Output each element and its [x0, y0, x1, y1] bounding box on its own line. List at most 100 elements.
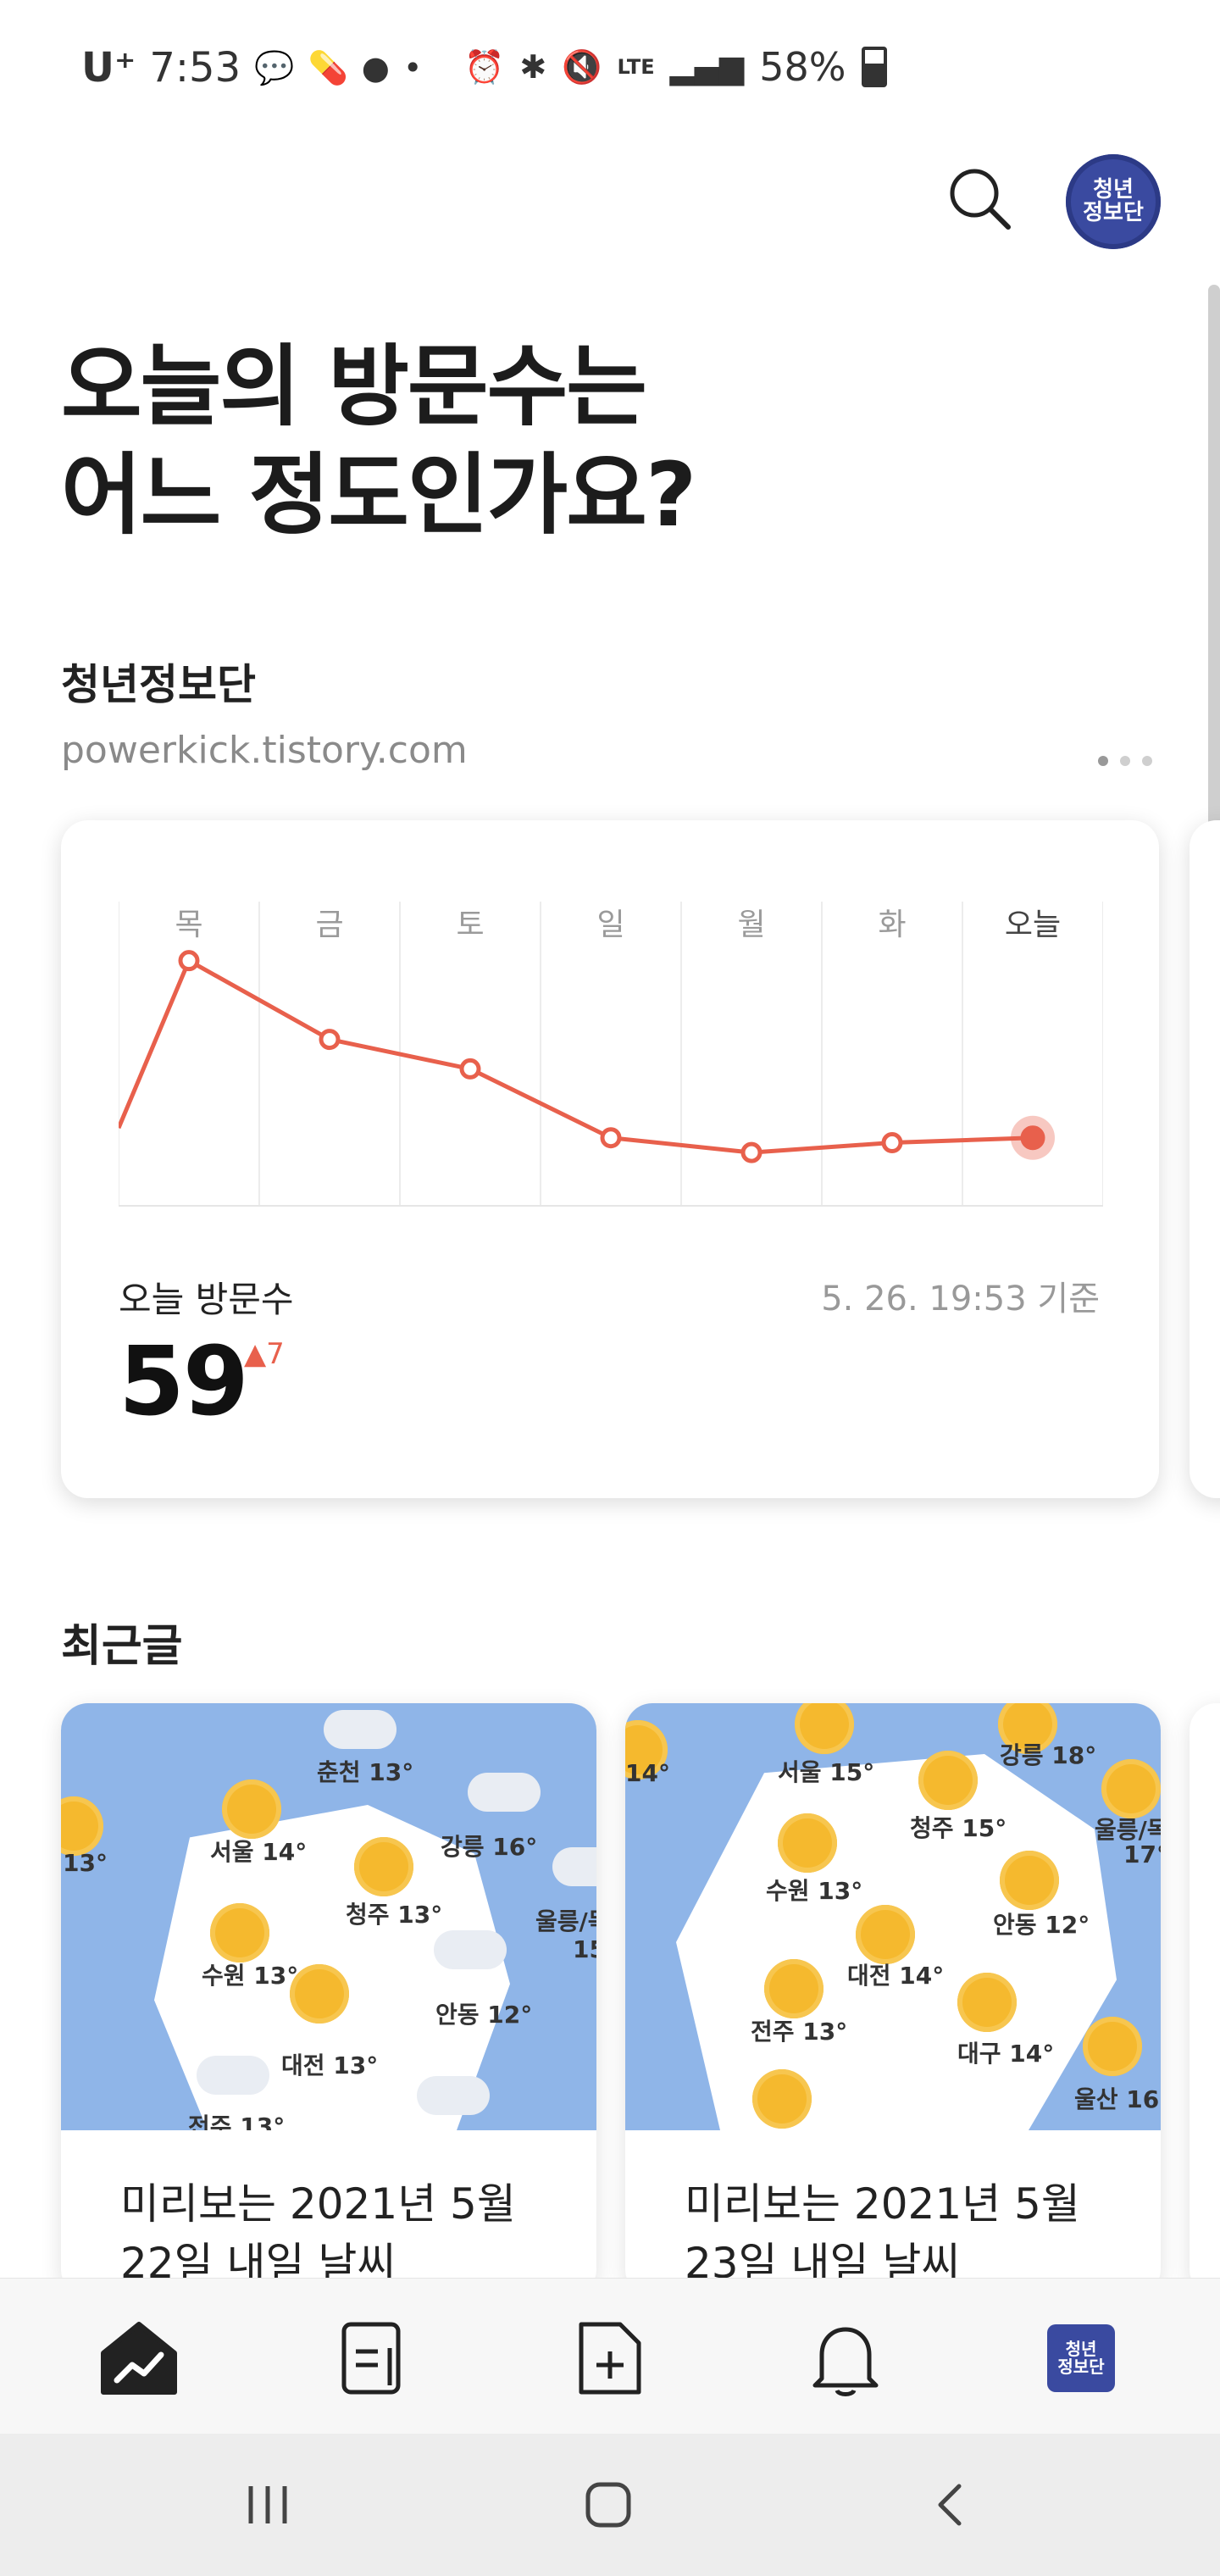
carrier-label: U⁺ [81, 44, 136, 92]
post-card[interactable]: 춘천 13° 서울 14° 강릉 16° 청주 13° 수원 13° 울릉/독 … [61, 1703, 596, 2296]
battery-icon [861, 47, 887, 87]
home-icon [585, 2482, 631, 2528]
page-title-line1: 오늘의 방문수는 [61, 335, 647, 438]
nav-notifications[interactable] [805, 2318, 886, 2399]
city-label: 안동 12° [993, 1911, 1090, 1939]
nav-stats[interactable] [98, 2318, 180, 2399]
nav-avatar-text: 청년 정보단 [1057, 2339, 1105, 2377]
status-bar: U⁺ 7:53 💬 💊 ● • ⏰ ✱ 🔇 LTE ▂▄▆ 58% [0, 0, 1220, 144]
city-label: 울릉/독 [535, 1907, 596, 1935]
visits-delta: ▲7 [244, 1337, 285, 1371]
city-label: 울산 16° [1074, 2085, 1161, 2113]
chart-day-label: 일 [596, 908, 625, 942]
sun-icon [752, 2069, 812, 2129]
visits-card[interactable]: 목 금 토 일 월 화 오늘 오늘 방문수 5. 26. 19:53 기준 59 ▲7 [61, 820, 1159, 1498]
blog-url[interactable]: powerkick.tistory.com [61, 729, 468, 772]
cloud-icon [552, 1847, 596, 1886]
sun-icon [778, 1813, 837, 1873]
chart-line [119, 958, 1034, 1155]
bottom-nav: 청년 정보단 [0, 2278, 1220, 2434]
battery-percent: 58% [759, 44, 846, 90]
signal-icon: ▂▄▆ [669, 48, 745, 86]
cloud-icon [324, 1710, 396, 1749]
city-label: 청주 13° [346, 1901, 443, 1929]
post-title[interactable]: 미리보는 2021년 5월 22일 내일 날씨 [120, 2174, 561, 2293]
add-post-icon [579, 2322, 641, 2395]
nav-posts[interactable] [334, 2318, 415, 2399]
system-nav-bar [0, 2434, 1220, 2576]
page-title-line2: 어느 정도인가요? [61, 443, 696, 547]
city-label: 강릉 16° [441, 1833, 538, 1861]
sun-icon [764, 1959, 824, 2018]
search-icon[interactable] [947, 166, 1012, 230]
pager-dot-active [1098, 756, 1108, 766]
home-button[interactable] [574, 2478, 642, 2532]
page-title: 오늘의 방문수는 어느 정도인가요? [61, 332, 1078, 549]
sun-icon [290, 1964, 349, 2024]
chart-day-label: 오늘 [1004, 908, 1062, 942]
pager-dots [1098, 756, 1152, 766]
profile-avatar[interactable]: 청년 정보단 [1066, 154, 1161, 249]
chart-day-label: 토 [456, 908, 485, 942]
sun-icon [957, 1973, 1017, 2032]
chart-day-label: 목 [175, 908, 203, 942]
city-label: 전주 13° [188, 2112, 286, 2130]
recent-posts-title: 최근글 [61, 1621, 183, 1672]
city-label: 수원 13° [766, 1877, 863, 1905]
stats-icon [101, 2322, 177, 2395]
sun-icon [61, 1796, 103, 1856]
alarm-icon: ⏰ [464, 47, 505, 86]
chart-point [178, 950, 200, 972]
next-card-peek[interactable] [1190, 820, 1220, 1498]
chart-day-label: 화 [878, 908, 907, 942]
sun-icon [210, 1903, 269, 1963]
city-label: 서울 14° [210, 1838, 308, 1866]
visits-label: 오늘 방문수 [119, 1279, 294, 1320]
back-button[interactable] [917, 2478, 984, 2532]
sun-icon [795, 1703, 854, 1754]
avatar-text: 청년 정보단 [1083, 176, 1144, 225]
city-label: 대구 14° [957, 2040, 1055, 2068]
city-label: 14° [625, 1759, 670, 1787]
profile-avatar-small: 청년 정보단 [1047, 2324, 1115, 2392]
pager-dot [1142, 756, 1152, 766]
post-title[interactable]: 미리보는 2021년 5월 23일 내일 날씨 [685, 2174, 1125, 2293]
cloud-icon [434, 1930, 507, 1969]
chart-point [319, 1029, 341, 1051]
sun-icon [1000, 1851, 1059, 1910]
chat-icon: ● [361, 49, 390, 86]
city-label: 17° [1123, 1840, 1161, 1868]
city-label: 대전 13° [281, 2051, 379, 2079]
city-label: 13° [63, 1849, 108, 1877]
mute-icon: 🔇 [562, 47, 602, 86]
city-label: 안동 12° [435, 2001, 533, 2029]
chart-point [1020, 1125, 1045, 1151]
pager-dot [1120, 756, 1130, 766]
city-label: 춘천 13° [317, 1758, 414, 1786]
nav-profile[interactable]: 청년 정보단 [1040, 2318, 1122, 2399]
cloud-icon [417, 2076, 490, 2115]
bluetooth-icon: ✱ [519, 48, 547, 86]
chart-day-label: 금 [315, 908, 344, 942]
recent-apps-button[interactable] [234, 2478, 302, 2532]
post-card[interactable]: 서울 15° 강릉 18° 청주 15° 울릉/독 17° 수원 13° 안동 … [625, 1703, 1161, 2296]
visits-count: 59 [119, 1327, 249, 1437]
chart-day-label: 월 [737, 908, 766, 942]
bell-icon [812, 2327, 879, 2396]
city-label: 서울 15° [778, 1758, 875, 1786]
next-post-peek[interactable] [1190, 1703, 1220, 2296]
sun-icon [918, 1751, 978, 1810]
chart-point [600, 1127, 622, 1149]
visits-timestamp: 5. 26. 19:53 기준 [821, 1280, 1100, 1319]
post-thumbnail: 춘천 13° 서울 14° 강릉 16° 청주 13° 수원 13° 울릉/독 … [61, 1703, 596, 2130]
sun-icon [354, 1837, 413, 1896]
document-icon [341, 2322, 401, 2395]
recent-apps-icon [248, 2486, 287, 2523]
post-thumbnail: 서울 15° 강릉 18° 청주 15° 울릉/독 17° 수원 13° 안동 … [625, 1703, 1161, 2130]
dot-icon: • [402, 49, 423, 86]
city-label: 청주 15° [910, 1814, 1007, 1842]
nav-new-post[interactable] [569, 2318, 651, 2399]
chart-point [881, 1132, 903, 1154]
chart-point [740, 1141, 762, 1163]
chart-point [459, 1058, 481, 1080]
